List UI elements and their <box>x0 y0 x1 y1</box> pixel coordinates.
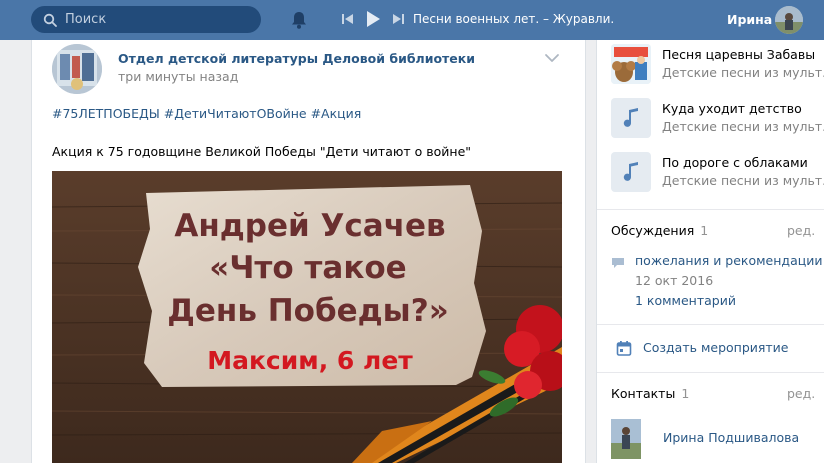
comment-icon <box>611 257 625 269</box>
music-note-icon <box>611 152 651 192</box>
divider <box>597 324 824 325</box>
audio-subtitle: Детские песни из мульт... <box>662 173 824 188</box>
search-icon <box>41 11 59 29</box>
contact-name-link[interactable]: Ирина Подшивалова <box>663 430 799 445</box>
post-time[interactable]: три минуты назад <box>118 69 238 84</box>
discussion-topic-link[interactable]: пожелания и рекомендации <box>635 253 822 268</box>
audio-item[interactable]: Песня царевны Забавы Детские песни из му… <box>611 44 824 88</box>
search-input[interactable] <box>65 12 255 27</box>
contacts-header[interactable]: Контакты 1 <box>611 386 689 401</box>
image-line-2: «Что такое <box>209 250 406 286</box>
image-line-3: День Победы?» <box>167 293 448 329</box>
create-event-link[interactable]: Создать мероприятие <box>643 340 789 355</box>
wall-post: Отдел детской литературы Деловой библиот… <box>31 40 586 463</box>
post-image[interactable]: Андрей Усачев «Что такое День Победы?» М… <box>52 171 562 463</box>
user-avatar[interactable] <box>775 6 803 34</box>
audio-player-controls <box>340 11 406 27</box>
audio-item[interactable]: По дороге с облаками Детские песни из му… <box>611 152 824 196</box>
discussions-edit-link[interactable]: ред. <box>787 223 815 238</box>
discussions-header[interactable]: Обсуждения 1 <box>611 223 708 238</box>
audio-title: По дороге с облаками <box>662 155 808 170</box>
post-text: Акция к 75 годовщине Великой Победы "Дет… <box>52 144 472 159</box>
bell-icon[interactable] <box>289 10 309 30</box>
post-author[interactable]: Отдел детской литературы Деловой библиот… <box>118 51 475 66</box>
contacts-edit-link[interactable]: ред. <box>787 386 815 401</box>
divider <box>597 209 824 210</box>
contact-avatar[interactable] <box>611 419 641 459</box>
image-line-1: Андрей Усачев <box>174 208 445 244</box>
contacts-title: Контакты <box>611 386 676 401</box>
image-line-4: Максим, 6 лет <box>207 346 413 375</box>
calendar-icon[interactable] <box>616 340 632 356</box>
audio-subtitle: Детские песни из мульт... <box>662 65 824 80</box>
audio-item[interactable]: Куда уходит детство Детские песни из мул… <box>611 98 824 142</box>
discussions-count: 1 <box>700 223 709 238</box>
post-hashtags[interactable]: #75ЛЕТПОБЕДЫ #ДетиЧитаютОВойне #Акция <box>52 106 361 121</box>
discussion-comments-link[interactable]: 1 комментарий <box>635 293 736 308</box>
previous-track-icon[interactable] <box>340 11 356 27</box>
audio-title: Песня царевны Забавы <box>662 47 816 62</box>
right-sidebar: Песня царевны Забавы Детские песни из му… <box>596 40 824 463</box>
discussions-title: Обсуждения <box>611 223 695 238</box>
top-bar: Песни военных лет. – Журавли. ... Ирина <box>0 0 824 40</box>
play-icon[interactable] <box>365 11 381 27</box>
music-note-icon <box>611 98 651 138</box>
discussion-date: 12 окт 2016 <box>635 273 714 288</box>
audio-title: Куда уходит детство <box>662 101 802 116</box>
audio-cover <box>611 44 651 84</box>
current-track-title[interactable]: Песни военных лет. – Журавли. ... <box>413 12 618 26</box>
audio-subtitle: Детские песни из мульт... <box>662 119 824 134</box>
contacts-count: 1 <box>681 386 690 401</box>
user-name[interactable]: Ирина <box>727 12 772 27</box>
next-track-icon[interactable] <box>390 11 406 27</box>
community-avatar[interactable] <box>52 44 102 94</box>
search-box[interactable] <box>31 6 261 33</box>
divider <box>597 372 824 373</box>
chevron-down-icon[interactable] <box>544 52 560 64</box>
